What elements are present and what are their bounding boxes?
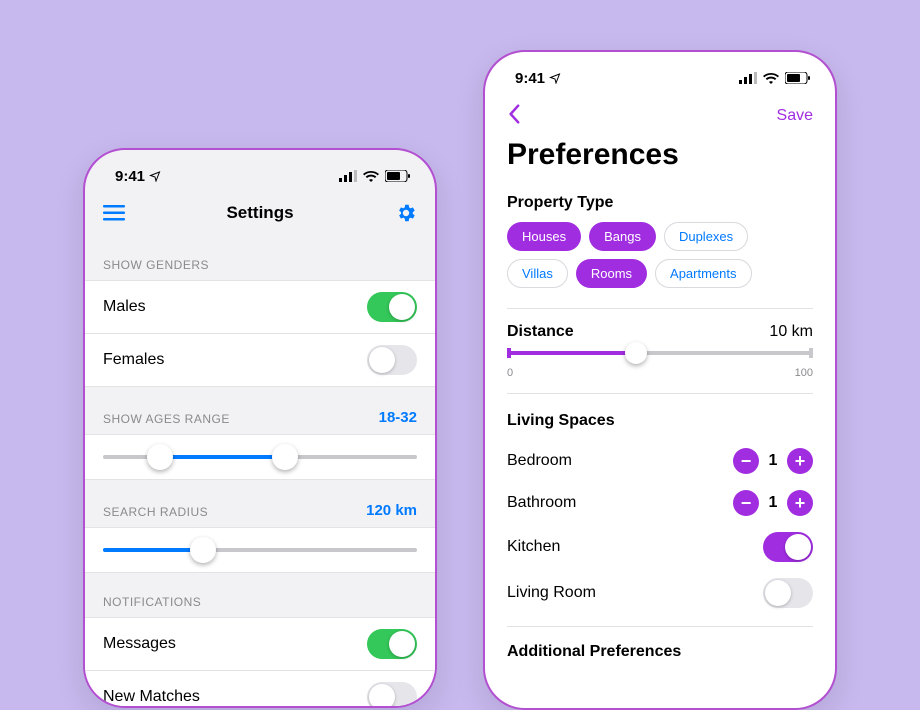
row-label: Males [103,298,146,316]
row-living-room: Living Room [485,570,835,616]
signal-icon [739,72,757,84]
row-label: Kitchen [507,538,560,556]
status-time: 9:41 [115,168,145,185]
bathroom-plus-button[interactable]: + [787,490,813,516]
toggle-living-room[interactable] [763,578,813,608]
section-header-label: SHOW AGES RANGE [103,412,230,426]
toggle-females[interactable] [367,345,417,375]
bedroom-plus-button[interactable]: + [787,448,813,474]
distance-thumb[interactable] [625,342,647,364]
bathroom-value: 1 [767,494,779,512]
phone-preferences: 9:41 Save Preferences Property Type Hous… [483,50,837,710]
chip-houses[interactable]: Houses [507,222,581,251]
battery-icon [785,72,811,84]
divider [507,308,813,309]
row-new-matches: New Matches [85,670,435,708]
battery-icon [385,170,411,182]
section-header-label: SHOW GENDERS [103,258,209,272]
back-icon[interactable] [507,104,521,128]
section-header-property-type: Property Type [485,186,835,222]
notifications-group: Messages New Matches [85,617,435,708]
menu-icon[interactable] [103,205,125,221]
section-header-radius: SEARCH RADIUS 120 km [85,480,435,527]
radius-thumb[interactable] [190,537,216,563]
property-type-chips: Houses Bangs Duplexes Villas Rooms Apart… [485,222,835,298]
nav-bar: Settings [85,194,435,236]
wifi-icon [763,72,779,84]
row-label: Living Room [507,584,596,602]
ages-thumb-high[interactable] [272,444,298,470]
nav-title: Settings [226,203,293,223]
ages-value: 18-32 [379,409,417,426]
radius-value: 120 km [366,502,417,519]
distance-row: Distance 10 km [485,319,835,351]
section-header-label: SEARCH RADIUS [103,505,208,519]
divider [507,626,813,627]
chip-apartments[interactable]: Apartments [655,259,751,288]
row-males: Males [85,280,435,333]
row-females: Females [85,333,435,387]
show-genders-group: Males Females [85,280,435,387]
section-header-additional: Additional Preferences [485,637,835,667]
location-arrow-icon [549,72,561,84]
row-label: Bedroom [507,452,572,470]
distance-ticks: 0 100 [485,359,835,383]
distance-slider[interactable] [485,351,835,359]
divider [507,393,813,394]
toggle-kitchen[interactable] [763,532,813,562]
chip-rooms[interactable]: Rooms [576,259,647,288]
status-bar: 9:41 [485,52,835,96]
row-label: New Matches [103,688,200,706]
section-header-ages: SHOW AGES RANGE 18-32 [85,387,435,434]
bathroom-minus-button[interactable]: − [733,490,759,516]
toggle-messages[interactable] [367,629,417,659]
stepper-bathroom: − 1 + [733,490,813,516]
row-label: Messages [103,635,176,653]
chip-bangs[interactable]: Bangs [589,222,656,251]
radius-slider[interactable] [85,527,435,573]
location-arrow-icon [149,170,161,182]
gear-icon[interactable] [395,202,417,224]
distance-label: Distance [507,323,574,341]
save-button[interactable]: Save [777,107,813,125]
nav-bar: Save [485,96,835,134]
chip-villas[interactable]: Villas [507,259,568,288]
bedroom-minus-button[interactable]: − [733,448,759,474]
distance-max: 100 [795,367,813,379]
chip-duplexes[interactable]: Duplexes [664,222,748,251]
ages-thumb-low[interactable] [147,444,173,470]
section-header-living-spaces: Living Spaces [485,404,835,440]
ages-slider[interactable] [85,434,435,480]
stepper-bedroom: − 1 + [733,448,813,474]
section-header-show-genders: SHOW GENDERS [85,236,435,280]
row-kitchen: Kitchen [485,524,835,570]
section-header-label: NOTIFICATIONS [103,595,201,609]
page-title: Preferences [485,134,835,186]
row-label: Females [103,351,164,369]
signal-icon [339,170,357,182]
section-header-notifications: NOTIFICATIONS [85,573,435,617]
row-label: Bathroom [507,494,576,512]
toggle-new-matches[interactable] [367,682,417,708]
status-time: 9:41 [515,70,545,87]
row-bedroom: Bedroom − 1 + [485,440,835,482]
distance-min: 0 [507,367,513,379]
distance-value: 10 km [769,323,813,341]
toggle-males[interactable] [367,292,417,322]
row-bathroom: Bathroom − 1 + [485,482,835,524]
wifi-icon [363,170,379,182]
row-messages: Messages [85,617,435,670]
status-bar: 9:41 [85,150,435,194]
phone-settings: 9:41 Settings SHOW GENDERS [83,148,437,708]
bedroom-value: 1 [767,452,779,470]
